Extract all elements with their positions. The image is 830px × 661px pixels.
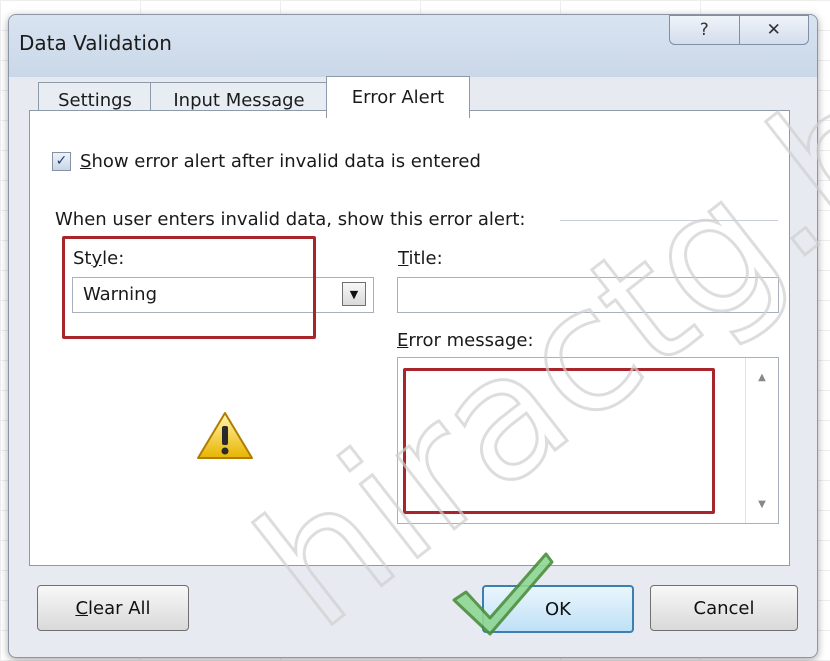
clear-all-button[interactable]: Clear All: [37, 585, 189, 631]
cancel-button[interactable]: Cancel: [650, 585, 798, 631]
tab-error-alert[interactable]: Error Alert: [326, 76, 470, 118]
cancel-label: Cancel: [693, 597, 755, 619]
scroll-up-icon: ▲: [758, 371, 766, 383]
error-message-label: Error message:: [397, 330, 534, 351]
warning-icon: [197, 412, 253, 459]
style-dropdown-button[interactable]: ▼: [342, 282, 366, 306]
tab-input-message-label: Input Message: [173, 89, 305, 111]
tab-settings-label: Settings: [58, 89, 132, 111]
style-highlight-box: [62, 236, 316, 339]
title-label: Title:: [398, 248, 443, 269]
title-bar: Data Validation ? ✕: [9, 15, 817, 77]
show-error-alert-label: Show error alert after invalid data is e…: [80, 151, 481, 172]
scroll-down-icon: ▼: [758, 498, 766, 510]
close-button[interactable]: ✕: [738, 15, 809, 45]
chevron-down-icon: ▼: [349, 287, 359, 301]
checkmark-annotation-icon: [452, 552, 554, 636]
section-label: When user enters invalid data, show this…: [55, 209, 536, 230]
scroll-up-button[interactable]: ▲: [746, 366, 778, 388]
title-input[interactable]: [397, 277, 779, 313]
close-icon: ✕: [766, 20, 781, 40]
tab-error-alert-label: Error Alert: [351, 87, 445, 108]
show-error-alert-checkbox[interactable]: ✓: [52, 152, 71, 171]
title-bar-buttons: ? ✕: [669, 15, 809, 45]
error-message-highlight-box: [403, 368, 715, 514]
clear-all-label: Clear All: [75, 597, 151, 619]
help-button[interactable]: ?: [669, 15, 739, 45]
section-divider: [560, 220, 778, 221]
help-icon: ?: [699, 20, 709, 40]
error-message-scrollbar[interactable]: ▲ ▼: [745, 358, 778, 523]
scroll-down-button[interactable]: ▼: [746, 493, 778, 515]
checkmark-icon: ✓: [55, 153, 68, 169]
dialog-title: Data Validation: [19, 31, 172, 55]
